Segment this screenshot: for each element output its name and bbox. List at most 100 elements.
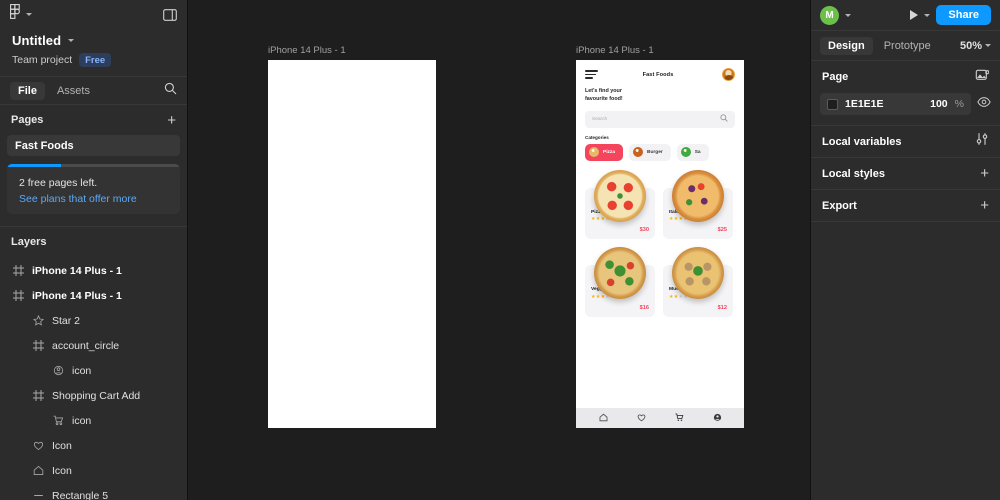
food-card[interactable]: Mushroom Pizza★★★★★$12 bbox=[663, 247, 733, 317]
design-canvas[interactable]: iPhone 14 Plus - 1 iPhone 14 Plus - 1 Fa… bbox=[188, 0, 810, 500]
fill-color-field[interactable]: 1E1E1E 100 % bbox=[820, 93, 971, 115]
color-swatch[interactable] bbox=[827, 98, 838, 110]
layer-row[interactable]: icon bbox=[0, 358, 187, 383]
cart-icon bbox=[52, 414, 65, 427]
category-chip[interactable]: Pizza bbox=[585, 143, 623, 161]
eye-icon[interactable] bbox=[977, 95, 991, 114]
team-name: Team project bbox=[12, 54, 73, 66]
zoom-chevron-icon[interactable] bbox=[985, 44, 991, 47]
figma-main-menu-button[interactable] bbox=[10, 4, 32, 25]
food-image bbox=[594, 169, 646, 222]
category-chip[interactable]: Burger bbox=[629, 143, 671, 161]
add-local-style-button[interactable]: + bbox=[980, 166, 989, 181]
image-fill-icon[interactable] bbox=[975, 68, 990, 87]
zoom-level[interactable]: 50% bbox=[960, 40, 982, 52]
play-present-icon[interactable] bbox=[910, 10, 919, 20]
add-page-button[interactable]: + bbox=[167, 113, 176, 128]
layer-name: account_circle bbox=[52, 339, 120, 352]
layer-row[interactable]: account_circle bbox=[0, 333, 187, 358]
tab-file[interactable]: File bbox=[10, 81, 45, 100]
heart-icon[interactable] bbox=[637, 413, 646, 424]
search-icon[interactable] bbox=[164, 82, 177, 100]
user-avatar-icon[interactable] bbox=[722, 68, 735, 81]
page-section-title: Page bbox=[822, 71, 849, 83]
phone-mockup[interactable]: Fast Foods Let's find your favourite food… bbox=[576, 60, 744, 428]
tab-prototype[interactable]: Prototype bbox=[876, 37, 939, 55]
frame-icon bbox=[12, 289, 25, 302]
phone-app-title: Fast Foods bbox=[642, 71, 674, 78]
export-label: Export bbox=[822, 199, 857, 212]
avatar[interactable]: M bbox=[820, 5, 839, 25]
avatar-chevron-icon[interactable] bbox=[845, 13, 851, 17]
file-menu-chevron-icon[interactable] bbox=[68, 39, 75, 42]
figma-app-window: Untitled Team project Free File Assets P… bbox=[0, 0, 1000, 500]
pages-title: Pages bbox=[11, 114, 44, 127]
row-local-variables[interactable]: Local variables bbox=[811, 126, 1000, 158]
layer-row[interactable]: Icon bbox=[0, 433, 187, 458]
layer-name: Rectangle 5 bbox=[52, 489, 109, 500]
file-name-row[interactable]: Untitled bbox=[12, 33, 175, 48]
plan-badge[interactable]: Free bbox=[79, 53, 112, 67]
food-price: $12 bbox=[717, 304, 727, 311]
figma-logo-icon bbox=[10, 4, 21, 25]
fill-opacity-value[interactable]: 100 bbox=[930, 98, 948, 110]
add-export-button[interactable]: + bbox=[980, 198, 989, 213]
layer-row[interactable]: Star 2 bbox=[0, 308, 187, 333]
page-item-fast-foods[interactable]: Fast Foods bbox=[7, 135, 180, 157]
file-info-block: Untitled Team project Free bbox=[0, 29, 187, 76]
account-icon[interactable] bbox=[713, 413, 722, 424]
food-card[interactable]: Pizza Margherita★★★★★$30 bbox=[585, 169, 655, 240]
star-icon bbox=[32, 314, 45, 327]
tab-assets[interactable]: Assets bbox=[49, 82, 98, 100]
home-icon bbox=[32, 464, 45, 477]
row-export[interactable]: Export + bbox=[811, 190, 1000, 222]
categories-row[interactable]: Pizza Burger Sa bbox=[576, 140, 744, 161]
local-variables-label: Local variables bbox=[822, 135, 902, 148]
layer-row[interactable]: Rectangle 5 bbox=[0, 483, 187, 500]
sidebar-tabs: File Assets bbox=[0, 76, 187, 106]
food-card[interactable]: Italian Pizza★★★★★$25 bbox=[663, 169, 733, 240]
food-card[interactable]: Veggie Pizza★★★★★$16 bbox=[585, 247, 655, 317]
component-icon bbox=[32, 339, 45, 352]
layer-name: Star 2 bbox=[52, 314, 81, 327]
layer-row[interactable]: iPhone 14 Plus - 1 bbox=[0, 283, 187, 308]
layer-row[interactable]: Shopping Cart Add bbox=[0, 383, 187, 408]
layer-row[interactable]: Icon bbox=[0, 458, 187, 483]
fill-hex-value[interactable]: 1E1E1E bbox=[845, 98, 923, 110]
canvas-frame-blank[interactable]: iPhone 14 Plus - 1 bbox=[268, 45, 436, 428]
present-options-chevron-icon[interactable] bbox=[924, 13, 931, 17]
layer-row[interactable]: icon bbox=[0, 408, 187, 433]
frame-body-blank[interactable] bbox=[268, 60, 436, 428]
right-panel: M Share Design Prototype 50% Page 1E1E1E… bbox=[810, 0, 1000, 500]
row-local-styles[interactable]: Local styles + bbox=[811, 158, 1000, 190]
category-chip[interactable]: Sa bbox=[676, 143, 709, 161]
sliders-icon[interactable] bbox=[975, 132, 989, 151]
layers-list: iPhone 14 Plus - 1 iPhone 14 Plus - 1 Star… bbox=[0, 257, 187, 500]
layer-name: iPhone 14 Plus - 1 bbox=[32, 264, 122, 277]
search-icon[interactable] bbox=[720, 114, 728, 124]
percent-symbol: % bbox=[954, 98, 964, 110]
home-icon[interactable] bbox=[599, 413, 608, 424]
free-pages-text: 2 free pages left. bbox=[19, 177, 98, 190]
category-label: Sa bbox=[694, 149, 701, 155]
layer-row[interactable]: iPhone 14 Plus - 1 bbox=[0, 258, 187, 283]
frame-label[interactable]: iPhone 14 Plus - 1 bbox=[576, 45, 744, 56]
food-price: $25 bbox=[717, 227, 727, 234]
phone-search-bar[interactable]: Search bbox=[585, 110, 735, 128]
category-food-icon bbox=[633, 147, 643, 158]
layer-name: Icon bbox=[52, 439, 72, 452]
toggle-sidebar-button[interactable] bbox=[163, 8, 177, 22]
frame-label[interactable]: iPhone 14 Plus - 1 bbox=[268, 45, 436, 56]
file-name: Untitled bbox=[12, 33, 62, 48]
share-button[interactable]: Share bbox=[936, 5, 991, 25]
phone-bottom-nav[interactable] bbox=[576, 408, 744, 428]
canvas-frame-design[interactable]: iPhone 14 Plus - 1 Fast Foods Let's find… bbox=[576, 45, 744, 428]
cart-icon[interactable] bbox=[675, 413, 684, 424]
left-sidebar: Untitled Team project Free File Assets P… bbox=[0, 0, 188, 500]
tab-design[interactable]: Design bbox=[820, 36, 873, 55]
see-plans-link[interactable]: See plans that offer more bbox=[19, 192, 168, 207]
file-meta-row: Team project Free bbox=[12, 53, 175, 67]
right-panel-toolbar: M Share bbox=[811, 0, 1000, 30]
page-fill-row: 1E1E1E 100 % bbox=[811, 93, 1000, 125]
frame-icon bbox=[12, 264, 25, 277]
